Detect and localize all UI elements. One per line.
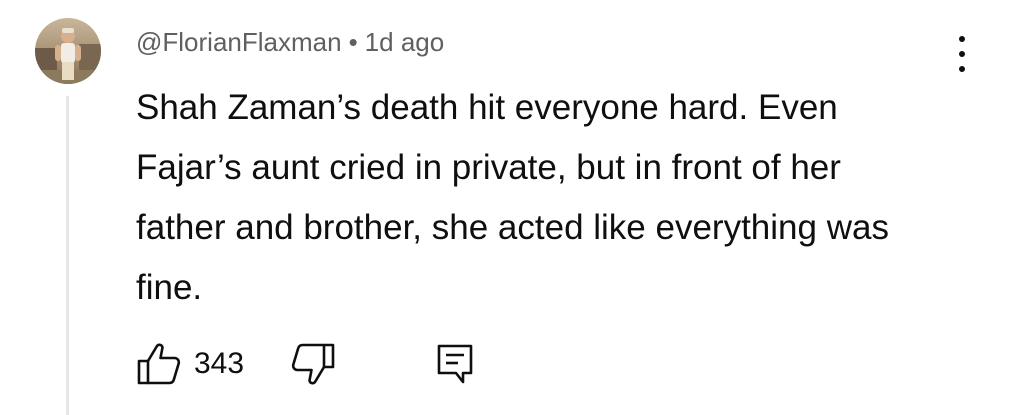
meta-separator: • [348, 27, 358, 57]
more-vertical-icon-dot [959, 66, 965, 72]
more-options-button[interactable] [944, 32, 980, 76]
more-vertical-icon [959, 36, 965, 42]
like-count: 343 [194, 347, 245, 380]
reply-comment-icon [437, 344, 473, 384]
avatar[interactable] [35, 18, 101, 84]
more-vertical-icon-dot [959, 51, 965, 57]
dislike-button[interactable] [290, 340, 336, 388]
thumbs-up-icon [137, 343, 181, 385]
comment-meta: @FlorianFlaxman • 1d ago [136, 22, 956, 62]
like-button[interactable]: 343 [136, 340, 244, 388]
comment-text: Shah Zaman’s death hit everyone hard. Ev… [136, 88, 889, 307]
comment: @FlorianFlaxman • 1d ago Shah Zaman’s deat… [136, 22, 956, 318]
author-name[interactable]: @FlorianFlaxman [136, 27, 342, 57]
comment-actions: 343 [136, 340, 476, 388]
reply-button[interactable] [436, 340, 476, 388]
thumbs-down-icon [291, 343, 335, 385]
timestamp[interactable]: 1d ago [365, 27, 445, 57]
thread-line [66, 96, 69, 415]
avatar-photo [35, 18, 101, 84]
